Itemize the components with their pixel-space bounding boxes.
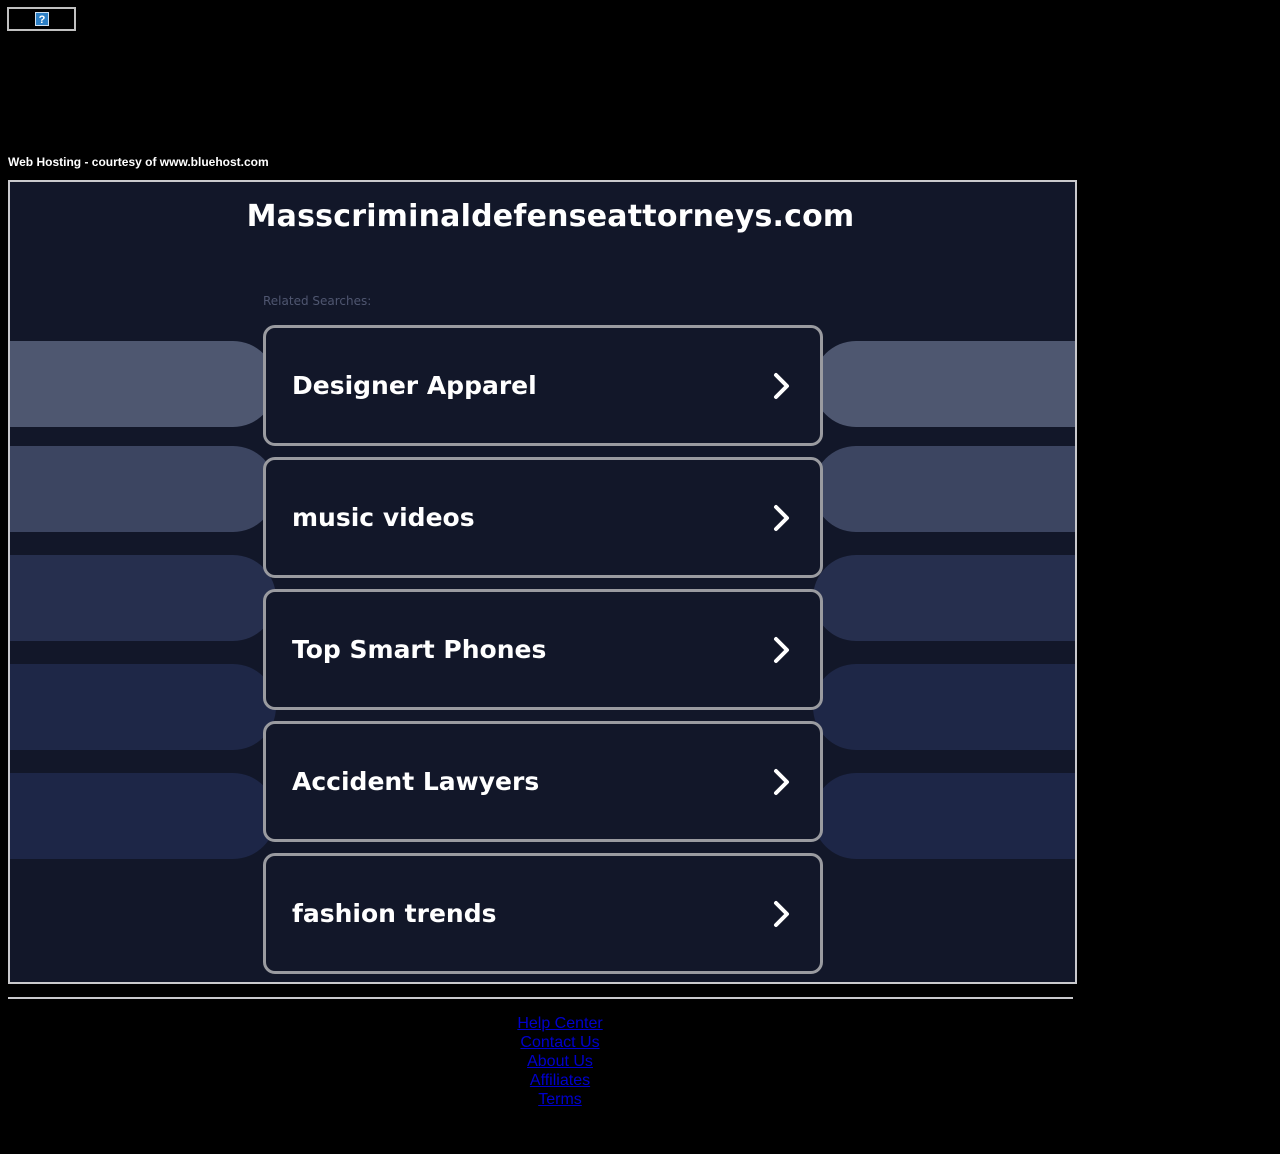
- chevron-right-icon: [774, 769, 789, 795]
- footer-link-help-center[interactable]: Help Center: [0, 1014, 1120, 1033]
- site-title: Masscriminaldefenseattorneys.com: [10, 199, 1075, 234]
- site-title-text: Masscriminaldefenseattorneys.com: [246, 199, 855, 234]
- chevron-right-icon: [774, 901, 789, 927]
- decor-pill-left: [10, 773, 276, 859]
- search-link-label: Designer Apparel: [292, 371, 537, 400]
- decor-pill-right: [813, 773, 1075, 859]
- decor-pill-left: [10, 446, 276, 532]
- decor-pill-right: [813, 341, 1075, 427]
- broken-image-icon: ?: [35, 12, 49, 26]
- search-link-card[interactable]: Designer Apparel: [263, 325, 823, 446]
- decor-pill-right: [813, 664, 1075, 750]
- footer-link-affiliates[interactable]: Affiliates: [0, 1071, 1120, 1090]
- search-link-card[interactable]: fashion trends: [263, 853, 823, 974]
- search-link-label: Top Smart Phones: [292, 635, 547, 664]
- decor-pill-left: [10, 555, 276, 641]
- decor-pill-right: [813, 555, 1075, 641]
- search-link-label: Accident Lawyers: [292, 767, 540, 796]
- footer-link-about-us[interactable]: About Us: [0, 1052, 1120, 1071]
- parked-domain-frame: Masscriminaldefenseattorneys.com Related…: [8, 180, 1077, 984]
- broken-image: ?: [7, 7, 76, 31]
- footer-link-contact-us[interactable]: Contact Us: [0, 1033, 1120, 1052]
- footer-links: Help Center Contact Us About Us Affiliat…: [0, 1014, 1120, 1109]
- decor-pill-right: [813, 446, 1075, 532]
- search-link-card[interactable]: music videos: [263, 457, 823, 578]
- search-link-label: fashion trends: [292, 899, 497, 928]
- chevron-right-icon: [774, 373, 789, 399]
- search-link-card[interactable]: Accident Lawyers: [263, 721, 823, 842]
- chevron-right-icon: [774, 505, 789, 531]
- footer-link-terms[interactable]: Terms: [0, 1090, 1120, 1109]
- hosting-credit: Web Hosting - courtesy of www.bluehost.c…: [8, 155, 269, 169]
- decor-pill-left: [10, 341, 276, 427]
- related-searches-label: Related Searches:: [263, 294, 372, 308]
- search-link-label: music videos: [292, 503, 475, 532]
- chevron-right-icon: [774, 637, 789, 663]
- search-link-card[interactable]: Top Smart Phones: [263, 589, 823, 710]
- decor-pill-left: [10, 664, 276, 750]
- footer-divider: [8, 997, 1073, 999]
